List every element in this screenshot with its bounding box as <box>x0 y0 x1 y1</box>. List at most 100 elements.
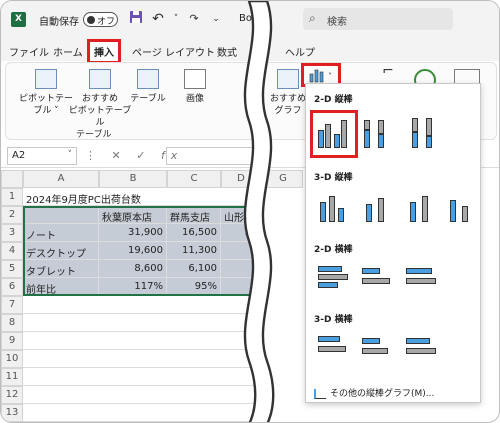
col-header-c[interactable]: C <box>167 170 221 188</box>
col-header-g[interactable]: G <box>263 170 303 188</box>
undo-dropdown-icon[interactable]: ˅ <box>167 10 185 28</box>
bar <box>318 274 348 280</box>
recommended-chart-label-1: おすすめ <box>269 94 306 104</box>
select-all-corner[interactable] <box>1 170 23 188</box>
stacked-column-icon[interactable] <box>358 114 398 154</box>
empty-row-8[interactable] <box>23 314 261 332</box>
row-header-2[interactable]: 2 <box>1 206 23 224</box>
row-header-11[interactable]: 11 <box>1 368 23 386</box>
pivot-table-icon <box>35 69 57 89</box>
pivot-table-label-1: ピボットテー <box>18 94 73 104</box>
bar <box>362 268 380 274</box>
name-box[interactable]: A2 ˅ <box>7 147 77 165</box>
row-header-7[interactable]: 7 <box>1 296 23 314</box>
tab-insert[interactable]: 挿入 <box>87 39 121 64</box>
col-header-a[interactable]: A <box>23 170 99 188</box>
table-button[interactable]: テーブル <box>128 69 168 105</box>
empty-row-11[interactable] <box>23 368 261 386</box>
col-header-b[interactable]: B <box>99 170 167 188</box>
col-header-d[interactable]: D <box>221 170 261 188</box>
3d-clustered-column-icon[interactable] <box>314 188 354 228</box>
bar <box>320 202 326 222</box>
3d-100-stacked-bar-icon[interactable] <box>402 330 442 370</box>
svg-text:˅: ˅ <box>328 72 332 81</box>
undo-icon[interactable]: ↶ <box>149 10 167 28</box>
row-header-5[interactable]: 5 <box>1 260 23 278</box>
quick-access-dropdown-icon[interactable]: ⌄ <box>207 10 225 28</box>
bar <box>362 348 388 354</box>
bar <box>426 136 432 148</box>
column-chart-icon: ˅ <box>309 69 332 83</box>
bar <box>422 196 428 222</box>
100-stacked-column-icon[interactable] <box>406 114 446 154</box>
toggle-knob <box>87 16 95 24</box>
table-icon <box>137 69 159 89</box>
3d-column-icon[interactable] <box>442 188 482 228</box>
row-header-9[interactable]: 9 <box>1 332 23 350</box>
bar <box>406 348 436 354</box>
tab-home[interactable]: ホーム <box>53 44 83 59</box>
search-icon: ⌕ <box>309 11 316 25</box>
autosave-toggle[interactable]: オフ <box>83 12 118 27</box>
more-column-charts-link[interactable]: その他の縦棒グラフ(M)... <box>314 386 434 399</box>
bar <box>406 338 430 344</box>
empty-row-7[interactable] <box>23 296 261 314</box>
empty-row-12[interactable] <box>23 386 261 404</box>
bar <box>406 278 436 284</box>
image-button[interactable]: 画像 <box>178 69 212 105</box>
image-label: 画像 <box>185 94 204 104</box>
100-stacked-bar-icon[interactable] <box>402 260 442 300</box>
recommended-pivot-button[interactable]: おすすめ ピボットテーブル <box>68 69 132 129</box>
recommended-pivot-label-2: ピボットテーブル <box>68 106 132 128</box>
row-header-12[interactable]: 12 <box>1 386 23 404</box>
line-chart-icon[interactable]: ⌐ <box>376 64 400 78</box>
column-chart-dropdown: 2-D 縦棒 3-D 縦棒 2-D 横棒 3-D 横棒 その他の縦棒グラフ(M)… <box>305 83 481 403</box>
empty-row-13[interactable] <box>23 404 261 422</box>
section-2d-bar: 2-D 横棒 <box>314 245 353 255</box>
tab-page-layout[interactable]: ページ レイアウト <box>132 44 215 59</box>
name-box-value: A2 <box>12 150 26 161</box>
search-placeholder: 検索 <box>327 17 347 28</box>
image-icon <box>184 69 206 89</box>
stacked-bar-icon[interactable] <box>358 260 398 300</box>
pivot-table-label-2: ブル ˅ <box>33 106 59 116</box>
pivot-table-button[interactable]: ピボットテー ブル ˅ <box>16 69 76 117</box>
row-header-13[interactable]: 13 <box>1 404 23 422</box>
selection-range <box>23 206 261 296</box>
3d-clustered-bar-icon[interactable] <box>314 330 354 370</box>
clustered-column-icon <box>314 114 354 154</box>
tab-formulas[interactable]: 数式 <box>217 44 237 59</box>
empty-row-9[interactable] <box>23 332 261 350</box>
bar <box>366 204 372 222</box>
row-header-6[interactable]: 6 <box>1 278 23 296</box>
table-group-label: テーブル <box>76 130 112 140</box>
row-header-10[interactable]: 10 <box>1 350 23 368</box>
redo-icon[interactable]: ↷ <box>185 10 203 28</box>
recommended-chart-label-2: グラフ <box>274 106 302 116</box>
bar <box>364 130 370 148</box>
ribbon-tabs: ファイル ホーム 挿入 ページ レイアウト 数式 ヘルプ <box>1 37 499 64</box>
more-column-charts-label: その他の縦棒グラフ(M)... <box>330 389 435 399</box>
clustered-bar-icon[interactable] <box>314 260 354 300</box>
3d-stacked-column-icon[interactable] <box>358 188 398 228</box>
row-header-1[interactable]: 1 <box>1 188 23 206</box>
formula-input[interactable] <box>166 147 256 165</box>
tab-help[interactable]: ヘルプ <box>285 44 315 59</box>
section-2d-column: 2-D 縦棒 <box>314 95 353 105</box>
autosave-label: 自動保存 <box>39 17 79 28</box>
row-header-4[interactable]: 4 <box>1 242 23 260</box>
tab-file[interactable]: ファイル <box>9 44 49 59</box>
recommended-pivot-icon <box>89 69 111 89</box>
row-header-3[interactable]: 3 <box>1 224 23 242</box>
save-icon[interactable] <box>127 10 145 28</box>
empty-row-10[interactable] <box>23 350 261 368</box>
section-3d-column: 3-D 縦棒 <box>314 173 353 183</box>
bar <box>406 268 432 274</box>
search-input[interactable]: ⌕ 検索 <box>303 8 453 30</box>
row-header-8[interactable]: 8 <box>1 314 23 332</box>
bar <box>318 336 340 342</box>
3d-stacked-bar-icon[interactable] <box>358 330 398 370</box>
3d-100-stacked-column-icon[interactable] <box>402 188 442 228</box>
bar <box>378 120 384 134</box>
cell-a1[interactable]: 2024年9月度PC出荷台数 <box>23 188 261 206</box>
